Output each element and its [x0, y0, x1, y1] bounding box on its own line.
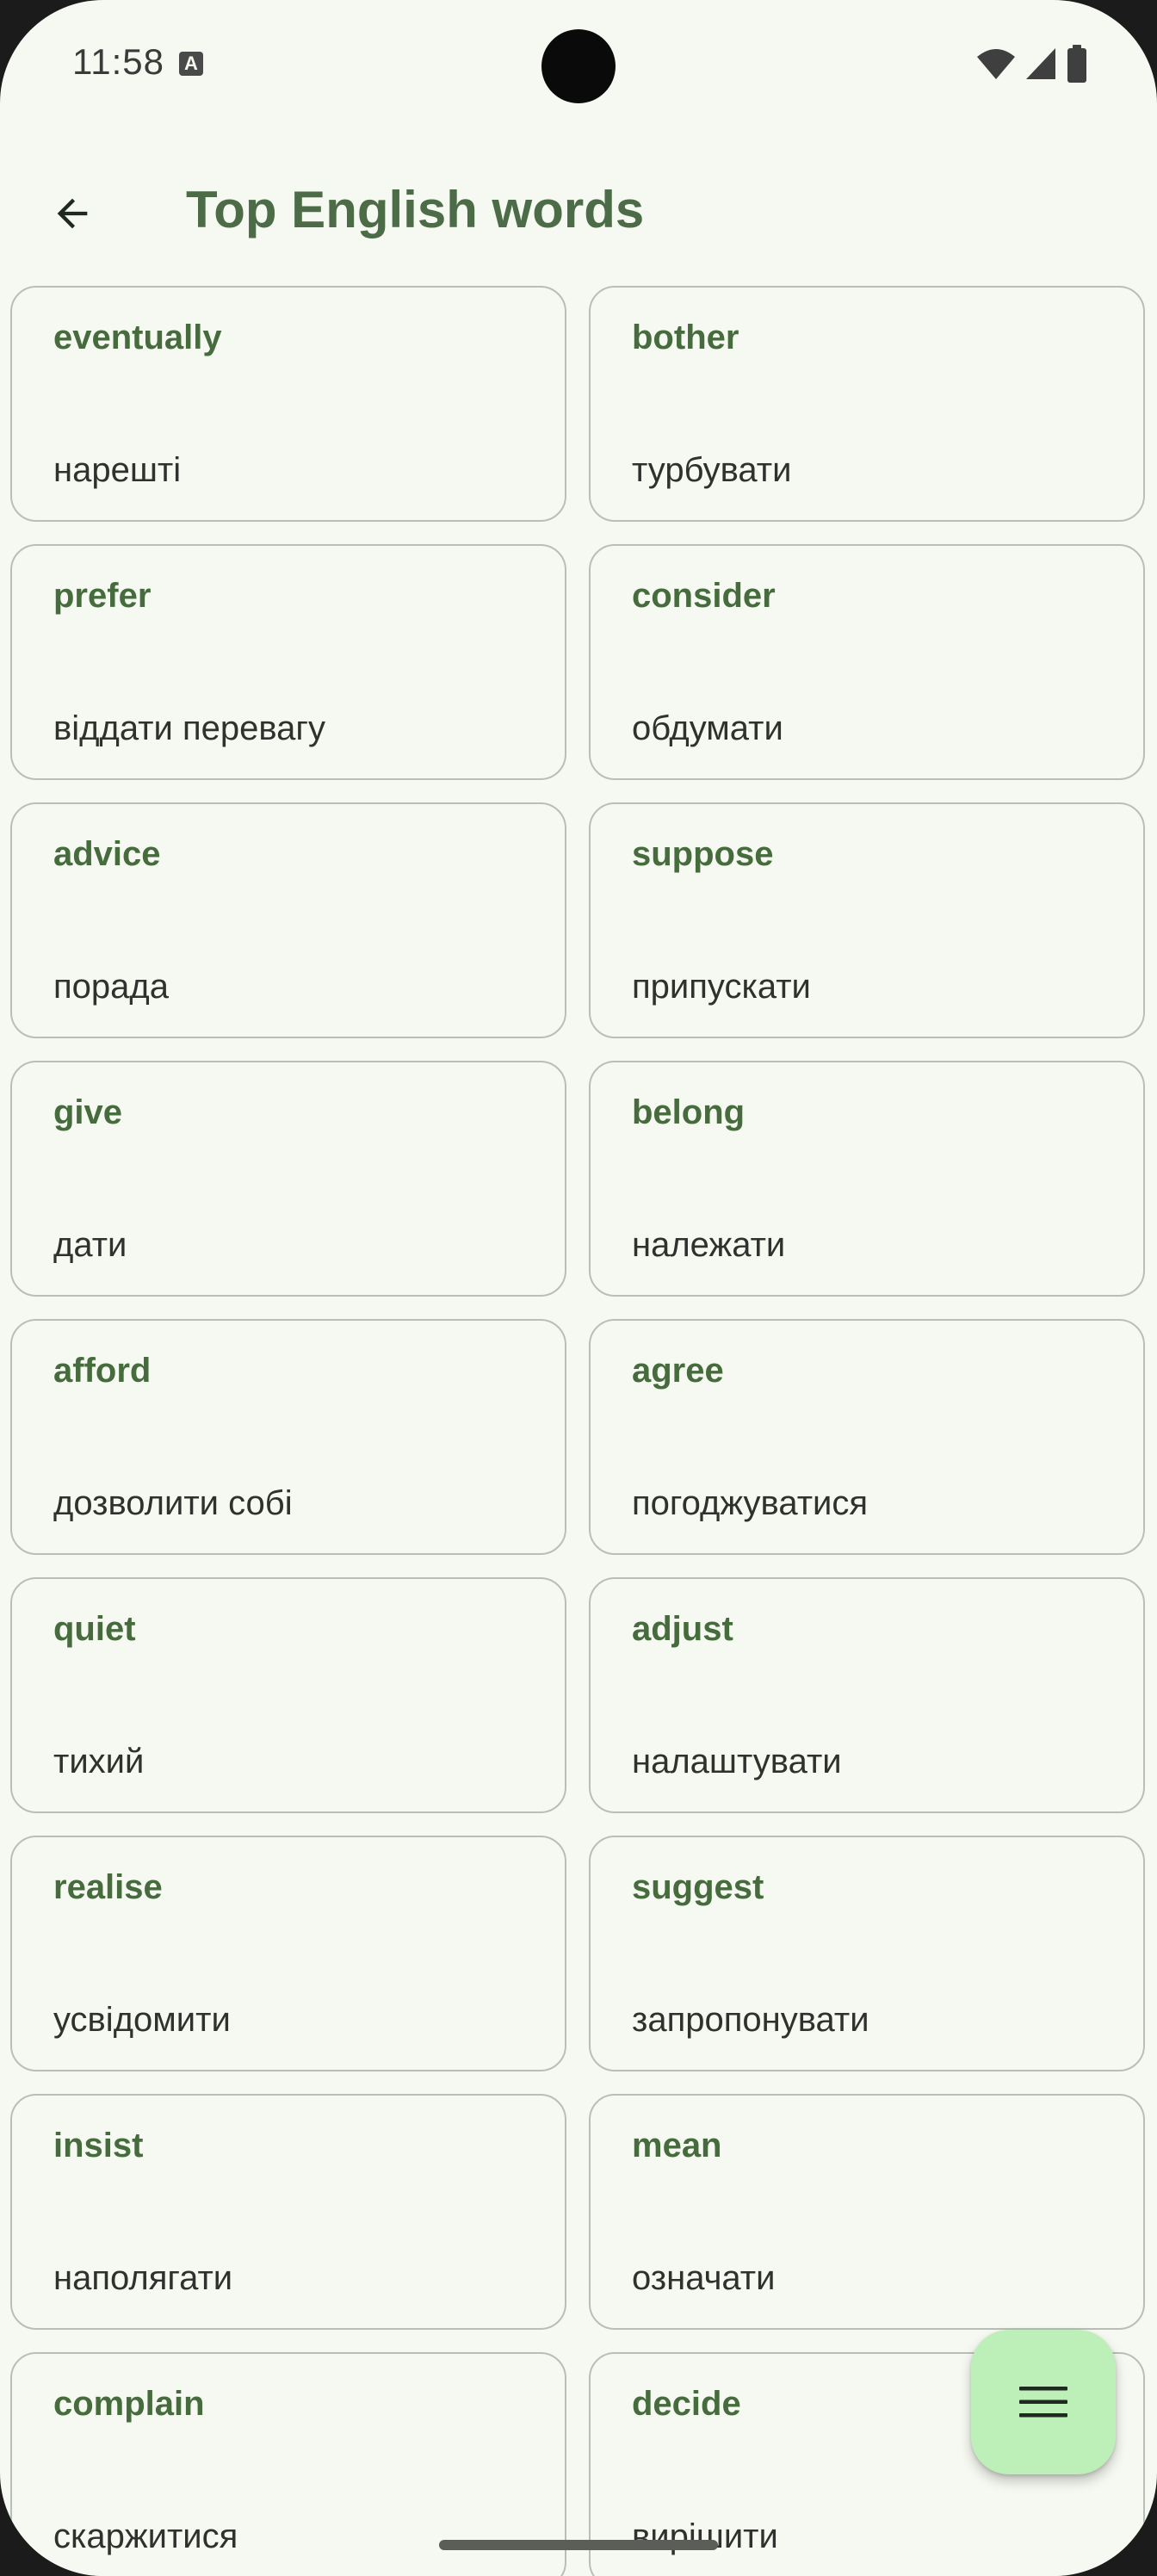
- word-translation: дати: [53, 1226, 127, 1264]
- word-card[interactable]: mean означати: [589, 2094, 1145, 2330]
- word-translation: усвідомити: [53, 2001, 231, 2039]
- word-translation: припускати: [632, 968, 811, 1006]
- word-english: insist: [53, 2127, 144, 2164]
- word-english: consider: [632, 577, 776, 615]
- word-translation: наполягати: [53, 2259, 233, 2297]
- word-translation: означати: [632, 2259, 776, 2297]
- word-english: prefer: [53, 577, 152, 615]
- word-translation: обдумати: [632, 709, 783, 747]
- word-english: agree: [632, 1352, 724, 1390]
- status-bar: 11:58 A: [0, 0, 1157, 129]
- notification-a-icon: A: [179, 52, 203, 76]
- word-translation: запропонувати: [632, 2001, 869, 2039]
- word-card[interactable]: consider обдумати: [589, 544, 1145, 780]
- word-english: give: [53, 1093, 123, 1131]
- word-english: decide: [632, 2385, 741, 2423]
- word-card[interactable]: prefer віддати перевагу: [10, 544, 566, 780]
- word-card[interactable]: quiet тихий: [10, 1577, 566, 1813]
- word-english: eventually: [53, 319, 222, 356]
- back-button[interactable]: [31, 172, 114, 255]
- word-translation: скаржитися: [53, 2517, 238, 2555]
- signal-icon: [1026, 48, 1055, 79]
- word-translation: вирішити: [632, 2517, 778, 2555]
- word-english: adjust: [632, 1610, 733, 1648]
- word-card[interactable]: realise усвідомити: [10, 1836, 566, 2071]
- word-card[interactable]: advice порада: [10, 802, 566, 1038]
- word-card[interactable]: eventually нарешті: [10, 286, 566, 522]
- word-translation: порада: [53, 968, 169, 1006]
- word-translation: нарешті: [53, 451, 182, 489]
- word-card[interactable]: bother турбувати: [589, 286, 1145, 522]
- word-card[interactable]: agree погоджуватися: [589, 1319, 1145, 1555]
- word-card[interactable]: suggest запропонувати: [589, 1836, 1145, 2071]
- status-icons: [976, 45, 1088, 83]
- word-english: quiet: [53, 1610, 136, 1648]
- menu-fab-button[interactable]: [971, 2330, 1116, 2474]
- word-card[interactable]: afford дозволити собі: [10, 1319, 566, 1555]
- camera-cutout: [541, 29, 616, 103]
- status-time: 11:58: [72, 41, 164, 82]
- word-english: realise: [53, 1868, 163, 1906]
- home-indicator[interactable]: [439, 2540, 718, 2550]
- word-card[interactable]: suppose припускати: [589, 802, 1145, 1038]
- word-translation: погоджуватися: [632, 1484, 869, 1522]
- word-english: complain: [53, 2385, 205, 2423]
- wifi-icon: [977, 49, 1015, 79]
- word-translation: віддати перевагу: [53, 709, 325, 747]
- word-english: suggest: [632, 1868, 764, 1906]
- app-screen: 11:58 A Top English words eventually нар…: [0, 0, 1157, 2576]
- word-english: advice: [53, 835, 161, 873]
- word-english: bother: [632, 319, 739, 356]
- word-translation: дозволити собі: [53, 1484, 293, 1522]
- word-card[interactable]: insist наполягати: [10, 2094, 566, 2330]
- app-bar: Top English words: [0, 146, 1157, 258]
- battery-icon: [1067, 45, 1086, 83]
- arrow-back-icon: [57, 198, 88, 229]
- word-card[interactable]: give дати: [10, 1061, 566, 1297]
- word-english: suppose: [632, 835, 774, 873]
- word-translation: турбувати: [632, 451, 792, 489]
- menu-icon: [1019, 2387, 1067, 2418]
- word-english: afford: [53, 1352, 152, 1390]
- word-english: belong: [632, 1093, 746, 1131]
- word-card[interactable]: belong належати: [589, 1061, 1145, 1297]
- word-english: mean: [632, 2127, 722, 2164]
- page-title: Top English words: [186, 181, 645, 238]
- word-card[interactable]: adjust налаштувати: [589, 1577, 1145, 1813]
- word-translation: налаштувати: [632, 1743, 842, 1780]
- word-translation: тихий: [53, 1743, 145, 1780]
- word-translation: належати: [632, 1226, 786, 1264]
- word-grid: eventually нарешті bother турбувати pref…: [10, 286, 1147, 2576]
